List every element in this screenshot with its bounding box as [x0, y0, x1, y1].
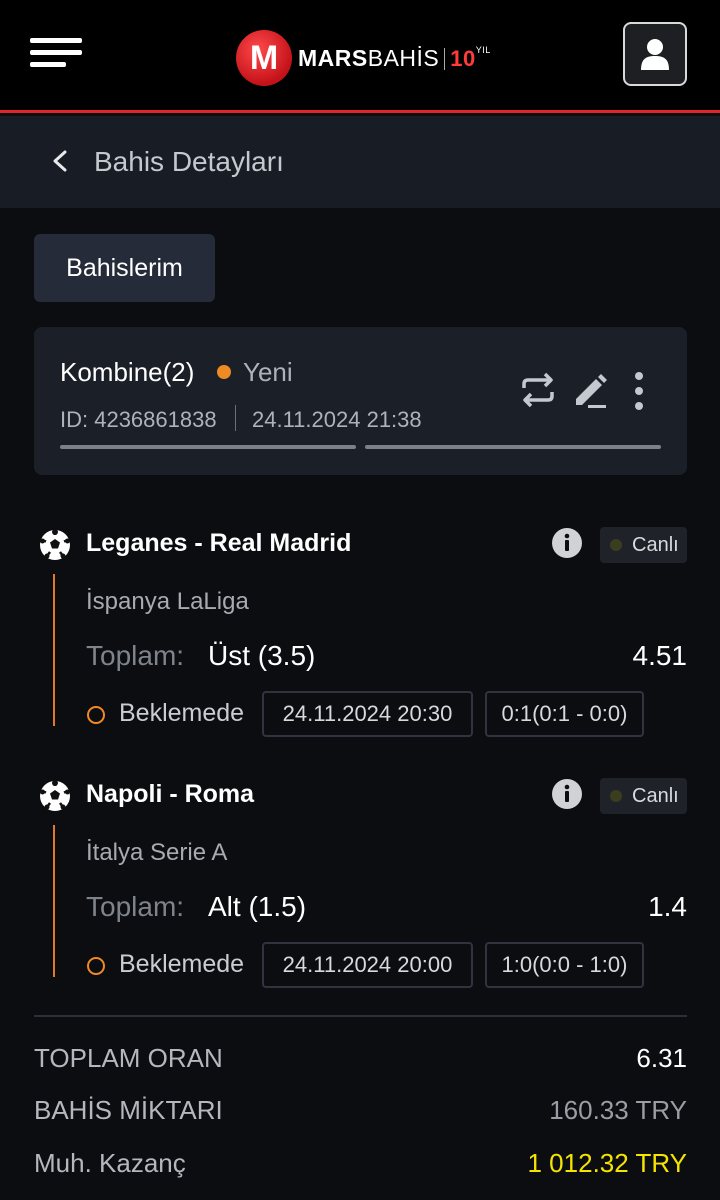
logo-mark: M: [236, 30, 292, 86]
bet-type: Kombine(2): [60, 357, 195, 387]
pending-circle-icon: [87, 957, 105, 975]
football-icon: [40, 780, 70, 811]
menu-icon[interactable]: [30, 38, 82, 68]
potential-win-value: 1 012.32 TRY: [527, 1148, 688, 1178]
potential-win-row: Muh. Kazanç 1 012.32 TRY: [34, 1148, 687, 1188]
logo-text: MARSBAHİS 10YIL: [298, 44, 491, 71]
selection: Üst (3.5): [208, 640, 316, 671]
bet-summary-card: Kombine(2) Yeni ID: 4236861838 24.11.202…: [34, 327, 687, 475]
football-icon: [40, 529, 70, 560]
page-title: Bahis Detayları: [94, 146, 284, 177]
selection-status: Beklemede: [119, 699, 245, 727]
odds: 4.51: [632, 640, 688, 671]
page-header: Bahis Detayları: [0, 116, 720, 208]
stake-value: 160.33 TRY: [549, 1095, 687, 1125]
league-name: İspanya LaLiga: [86, 588, 249, 615]
total-odds-label: TOPLAM ORAN: [34, 1043, 223, 1073]
live-dot-icon: [610, 539, 622, 551]
total-odds-value: 6.31: [636, 1043, 687, 1073]
live-label: Canlı: [632, 784, 679, 807]
user-account-button[interactable]: [623, 22, 687, 86]
info-icon[interactable]: [551, 778, 583, 810]
selection-marker: [53, 574, 55, 726]
selection-marker: [53, 825, 55, 977]
bet-date: 24.11.2024 21:38: [252, 407, 422, 432]
live-badge: Canlı: [600, 778, 687, 814]
kickoff-chip: 24.11.2024 20:00: [262, 942, 473, 988]
top-bar: M MARSBAHİS 10YIL: [0, 0, 720, 113]
bet-id: ID: 4236861838: [60, 407, 217, 432]
total-odds-row: TOPLAM ORAN 6.31: [34, 1043, 687, 1083]
bet-status: Yeni: [243, 357, 293, 387]
match-name[interactable]: Napoli - Roma: [86, 780, 254, 809]
back-arrow-icon[interactable]: [50, 150, 72, 172]
score-chip: 1:0(0:0 - 1:0): [485, 942, 644, 988]
live-dot-icon: [610, 790, 622, 802]
status-dot-icon: [217, 365, 231, 379]
odds: 1.4: [648, 891, 687, 922]
score-chip: 0:1(0:1 - 0:0): [485, 691, 644, 737]
progress-segment: [60, 445, 356, 449]
match-name[interactable]: Leganes - Real Madrid: [86, 529, 351, 558]
progress-segment: [365, 445, 661, 449]
market-label: Toplam:: [86, 640, 185, 671]
my-bets-button[interactable]: Bahislerim: [34, 234, 215, 302]
selection: Alt (1.5): [208, 891, 307, 922]
summary-divider: [34, 1015, 687, 1017]
brand-logo[interactable]: M MARSBAHİS 10YIL: [236, 28, 491, 88]
market-label: Toplam:: [86, 891, 185, 922]
info-icon[interactable]: [551, 527, 583, 559]
repeat-icon[interactable]: [518, 372, 558, 408]
live-label: Canlı: [632, 533, 679, 556]
kickoff-chip: 24.11.2024 20:30: [262, 691, 473, 737]
league-name: İtalya Serie A: [86, 839, 228, 866]
selection-status: Beklemede: [119, 950, 245, 978]
more-options-icon[interactable]: [633, 371, 645, 411]
stake-row: BAHİS MİKTARI 160.33 TRY: [34, 1095, 687, 1135]
edit-icon[interactable]: [570, 371, 608, 409]
live-badge: Canlı: [600, 527, 687, 563]
divider: [235, 405, 236, 431]
potential-win-label: Muh. Kazanç: [34, 1148, 186, 1178]
stake-label: BAHİS MİKTARI: [34, 1095, 223, 1125]
pending-circle-icon: [87, 706, 105, 724]
user-icon: [641, 39, 669, 70]
